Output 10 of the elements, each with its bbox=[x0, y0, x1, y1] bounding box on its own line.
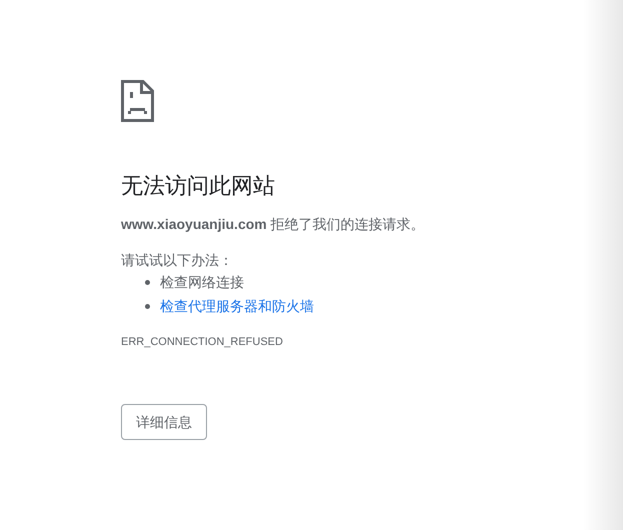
bullet-icon bbox=[145, 304, 150, 308]
error-code: ERR_CONNECTION_REFUSED bbox=[121, 335, 283, 350]
suggestions-heading: 请试试以下办法： bbox=[121, 251, 233, 270]
bullet-icon bbox=[145, 280, 150, 284]
sad-page-icon bbox=[121, 80, 154, 122]
error-title: 无法访问此网站 bbox=[121, 172, 275, 200]
suggestion-link[interactable]: 检查代理服务器和防火墙 bbox=[160, 296, 314, 316]
suggestion-text: 检查网络连接 bbox=[160, 272, 244, 292]
error-message: www.xiaoyuanjiu.com 拒绝了我们的连接请求。 bbox=[121, 215, 425, 234]
details-button[interactable]: 详细信息 bbox=[121, 404, 207, 440]
